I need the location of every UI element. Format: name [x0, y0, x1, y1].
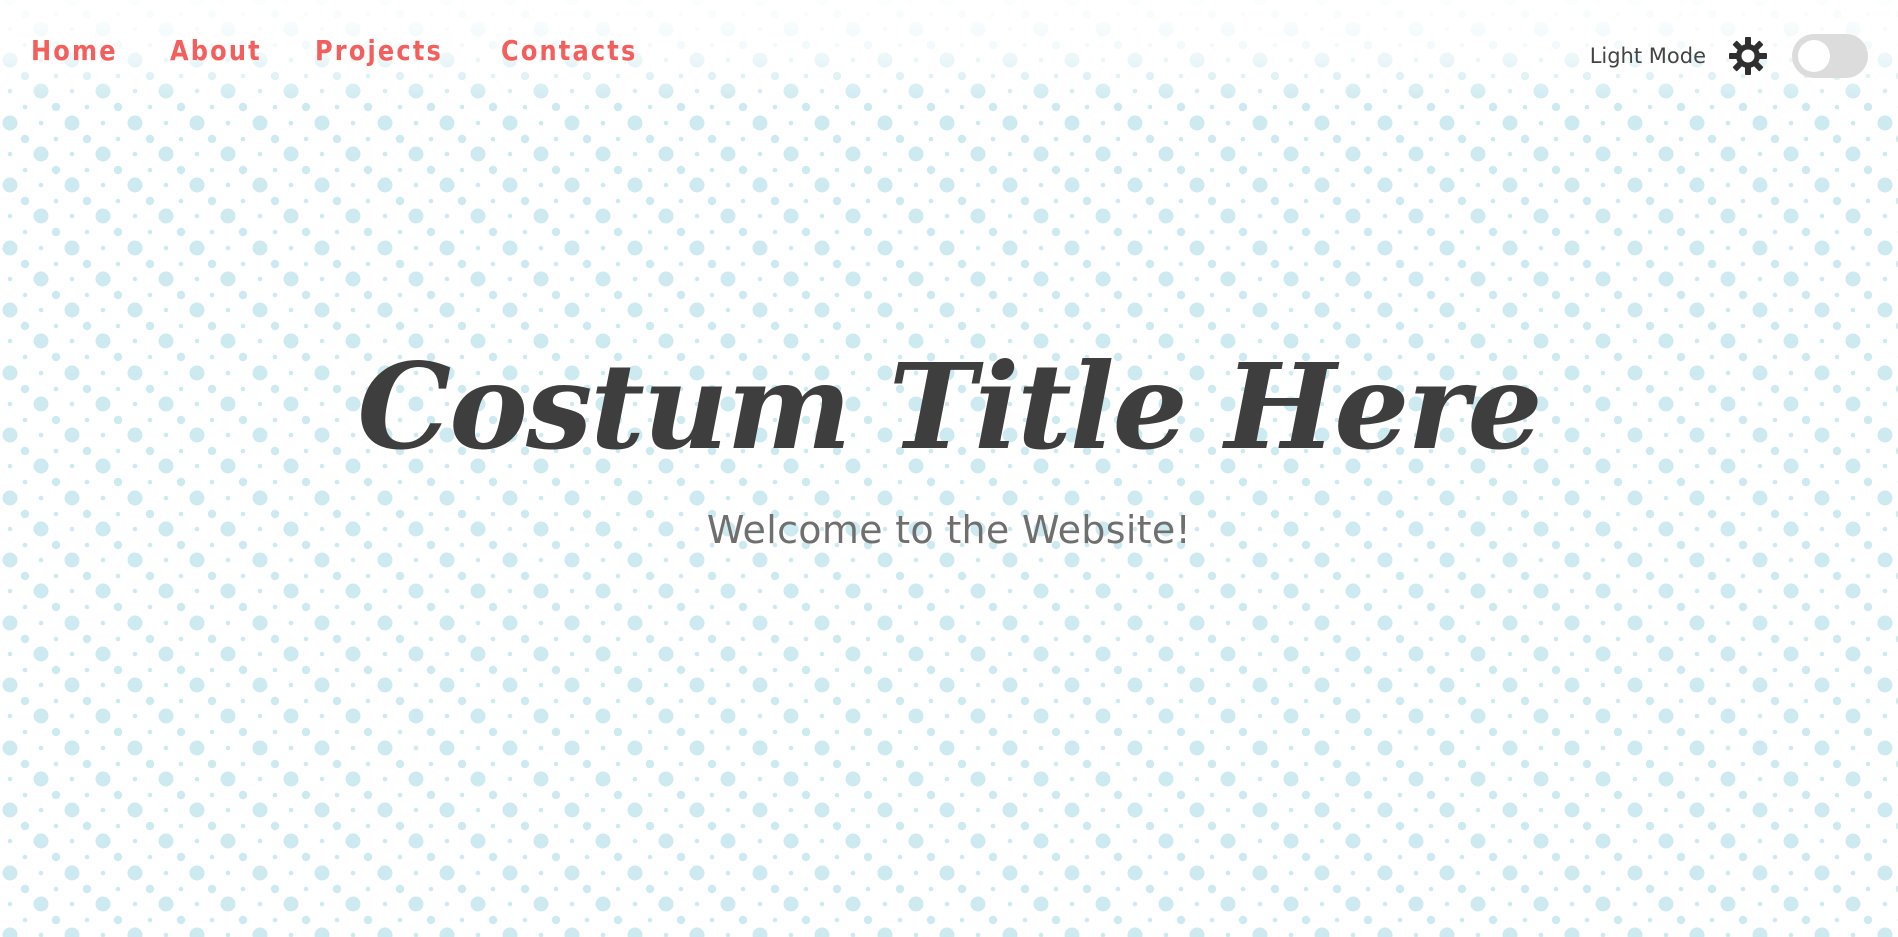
nav-link-home[interactable]: Home	[31, 34, 118, 67]
toggle-knob	[1798, 40, 1830, 72]
hero-section: Costum Title Here Welcome to the Website…	[0, 330, 1898, 552]
navbar: Home About Projects Contacts Light Mode	[0, 0, 1898, 110]
nav-link-projects[interactable]: Projects	[315, 34, 443, 67]
hero-title: Costum Title Here	[357, 337, 1542, 476]
theme-mode-label: Light Mode	[1589, 44, 1706, 68]
theme-switcher: Light Mode	[1590, 34, 1868, 78]
theme-toggle-switch[interactable]	[1792, 34, 1868, 78]
sun-icon	[1728, 36, 1768, 76]
hero-subtitle: Welcome to the Website!	[706, 508, 1192, 553]
nav-link-contacts[interactable]: Contacts	[501, 34, 637, 67]
nav-link-about[interactable]: About	[170, 34, 262, 67]
nav-links: Home About Projects Contacts	[31, 34, 654, 67]
